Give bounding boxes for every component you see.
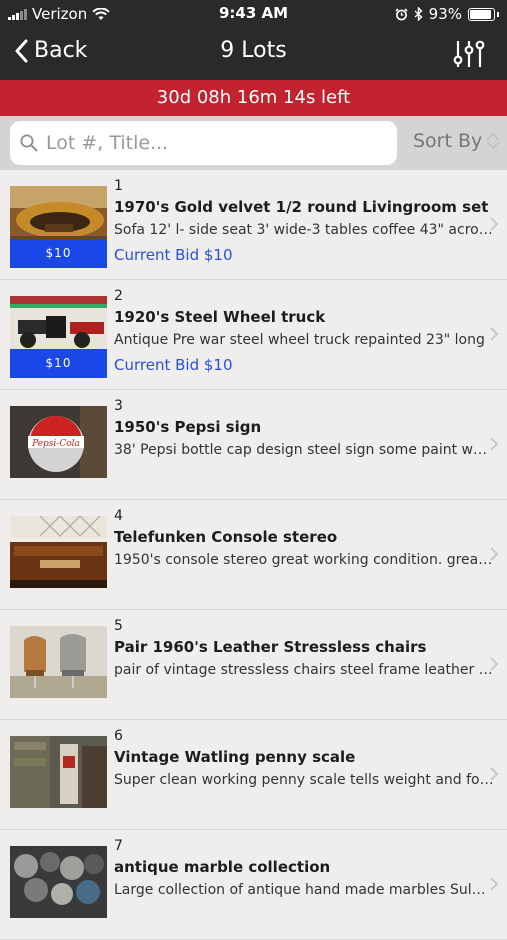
lot-number: 6 xyxy=(114,728,123,744)
lot-number: 4 xyxy=(114,508,123,524)
sliders-icon xyxy=(453,40,485,67)
chevron-right-icon xyxy=(490,217,499,231)
battery-icon xyxy=(468,7,495,21)
lot-description: 38' Pepsi bottle cap design steel sign s… xyxy=(114,442,494,458)
search-bar: Sort By xyxy=(0,116,507,170)
lot-row[interactable]: Pepsi-Cola 3 1950's Pepsi sign 38' Pepsi… xyxy=(0,390,507,500)
lot-title: 1950's Pepsi sign xyxy=(114,418,262,436)
lot-row[interactable]: $10 2 1920's Steel Wheel truck Antique P… xyxy=(0,280,507,390)
lot-title: Telefunken Console stereo xyxy=(114,528,338,546)
lot-number: 5 xyxy=(114,618,123,634)
lot-title: Pair 1960's Leather Stressless chairs xyxy=(114,638,427,656)
svg-text:Pepsi-Cola: Pepsi-Cola xyxy=(31,439,80,449)
lot-number: 7 xyxy=(114,838,123,854)
lot-number: 3 xyxy=(114,398,123,414)
sort-by-label: Sort By xyxy=(413,130,483,152)
lot-description: Super clean working penny scale tells we… xyxy=(114,772,494,788)
lot-title: Vintage Watling penny scale xyxy=(114,748,356,766)
lot-description: Antique Pre war steel wheel truck repain… xyxy=(114,332,485,348)
lot-row[interactable]: 4 Telefunken Console stereo 1950's conso… xyxy=(0,500,507,610)
lot-thumbnail xyxy=(10,846,107,918)
chevron-left-icon xyxy=(15,39,28,62)
battery-percent: 93% xyxy=(428,5,462,23)
lot-thumbnail xyxy=(10,516,107,588)
chevron-right-icon xyxy=(490,767,499,781)
lot-description: 1950's console stereo great working cond… xyxy=(114,552,494,568)
chevron-right-icon xyxy=(490,657,499,671)
battery-tip xyxy=(497,11,499,17)
time-left-banner: 30d 08h 16m 14s left xyxy=(0,80,507,116)
bid-badge: $10 xyxy=(10,349,107,378)
lot-description: pair of vintage stressless chairs steel … xyxy=(114,662,494,678)
lot-row[interactable]: 5 Pair 1960's Leather Stressless chairs … xyxy=(0,610,507,720)
lot-thumbnail xyxy=(10,626,107,698)
lot-thumbnail: Pepsi-Cola xyxy=(10,406,107,478)
lot-description: Large collection of antique hand made ma… xyxy=(114,882,494,898)
lot-row[interactable]: 6 Vintage Watling penny scale Super clea… xyxy=(0,720,507,830)
current-bid: Current Bid $10 xyxy=(114,356,233,374)
search-icon xyxy=(20,134,38,152)
current-bid: Current Bid $10 xyxy=(114,246,233,264)
status-bar: Verizon 9:43 AM 93% xyxy=(0,0,507,28)
chevron-right-icon xyxy=(490,327,499,341)
bid-badge: $10 xyxy=(10,239,107,268)
search-input[interactable] xyxy=(46,132,376,154)
sort-arrows-icon xyxy=(486,133,500,149)
lot-number: 1 xyxy=(114,178,123,194)
back-button[interactable]: Back xyxy=(14,38,87,63)
lot-row[interactable]: 7 antique marble collection Large collec… xyxy=(0,830,507,940)
lot-title: 1970's Gold velvet 1/2 round Livingroom … xyxy=(114,198,489,216)
bluetooth-icon xyxy=(414,7,423,21)
lot-list: $10 1 1970's Gold velvet 1/2 round Livin… xyxy=(0,170,507,940)
chevron-right-icon xyxy=(490,877,499,891)
status-right: 93% xyxy=(395,5,499,23)
filter-button[interactable] xyxy=(453,38,485,70)
nav-bar: Back 9 Lots xyxy=(0,28,507,80)
lot-title: 1920's Steel Wheel truck xyxy=(114,308,326,326)
lot-description: Sofa 12' l- side seat 3' wide-3 tables c… xyxy=(114,222,494,238)
lot-row[interactable]: $10 1 1970's Gold velvet 1/2 round Livin… xyxy=(0,170,507,280)
sort-by-button[interactable]: Sort By xyxy=(413,130,502,152)
search-field[interactable] xyxy=(10,121,397,165)
lot-number: 2 xyxy=(114,288,123,304)
back-label: Back xyxy=(34,38,88,63)
alarm-icon xyxy=(395,7,408,20)
lot-thumbnail xyxy=(10,736,107,808)
chevron-right-icon xyxy=(490,547,499,561)
chevron-right-icon xyxy=(490,437,499,451)
lot-title: antique marble collection xyxy=(114,858,331,876)
